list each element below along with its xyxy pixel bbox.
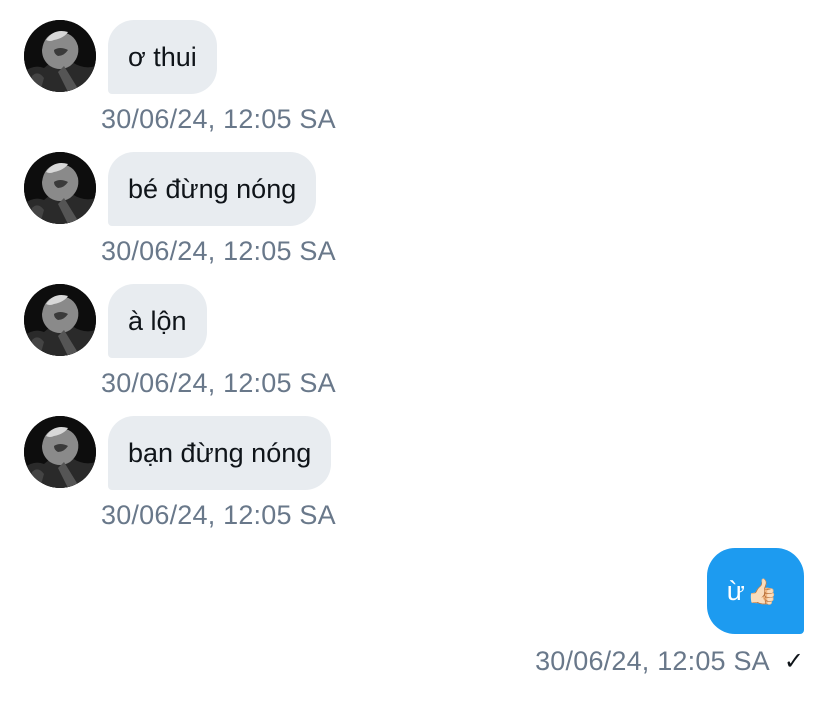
profile-photo-icon	[24, 20, 96, 92]
sender-avatar[interactable]	[24, 284, 96, 356]
incoming-message: ơ thui 30/06/24, 12:05 SA	[24, 20, 804, 140]
message-thread: ơ thui 30/06/24, 12:05 SA bé đừng nóng 3…	[0, 0, 828, 722]
checkmark-icon: ✓	[783, 647, 804, 675]
incoming-message: bạn đừng nóng 30/06/24, 12:05 SA	[24, 416, 804, 536]
message-timestamp: 30/06/24, 12:05 SA	[101, 236, 336, 266]
message-text: ừ	[726, 576, 745, 606]
message-text: bạn đừng nóng	[128, 438, 312, 468]
message-bubble[interactable]: à lộn	[108, 284, 207, 358]
message-text: ơ thui	[128, 42, 197, 72]
profile-photo-icon	[24, 284, 96, 356]
profile-photo-icon	[24, 416, 96, 488]
message-bubble-sent[interactable]: ừ👍🏻	[706, 548, 804, 634]
message-text: à lộn	[128, 306, 187, 336]
message-timestamp: 30/06/24, 12:05 SA	[101, 500, 336, 530]
sender-avatar[interactable]	[24, 20, 96, 92]
message-timestamp: 30/06/24, 12:05 SA	[101, 368, 336, 398]
message-bubble[interactable]: bé đừng nóng	[108, 152, 317, 226]
message-timestamp: 30/06/24, 12:05 SA	[535, 646, 770, 676]
message-meta: 30/06/24, 12:05 SA ✓	[535, 642, 804, 680]
sender-avatar[interactable]	[24, 152, 96, 224]
outgoing-message: ừ👍🏻 30/06/24, 12:05 SA ✓	[0, 548, 828, 688]
message-timestamp: 30/06/24, 12:05 SA	[101, 104, 336, 134]
message-text: bé đừng nóng	[128, 174, 297, 204]
profile-photo-icon	[24, 152, 96, 224]
incoming-message: bé đừng nóng 30/06/24, 12:05 SA	[24, 152, 804, 272]
message-bubble[interactable]: bạn đừng nóng	[108, 416, 332, 490]
sender-avatar[interactable]	[24, 416, 96, 488]
thumbs-up-icon: 👍🏻	[746, 577, 778, 606]
message-bubble[interactable]: ơ thui	[108, 20, 217, 94]
incoming-message: à lộn 30/06/24, 12:05 SA	[24, 284, 804, 404]
